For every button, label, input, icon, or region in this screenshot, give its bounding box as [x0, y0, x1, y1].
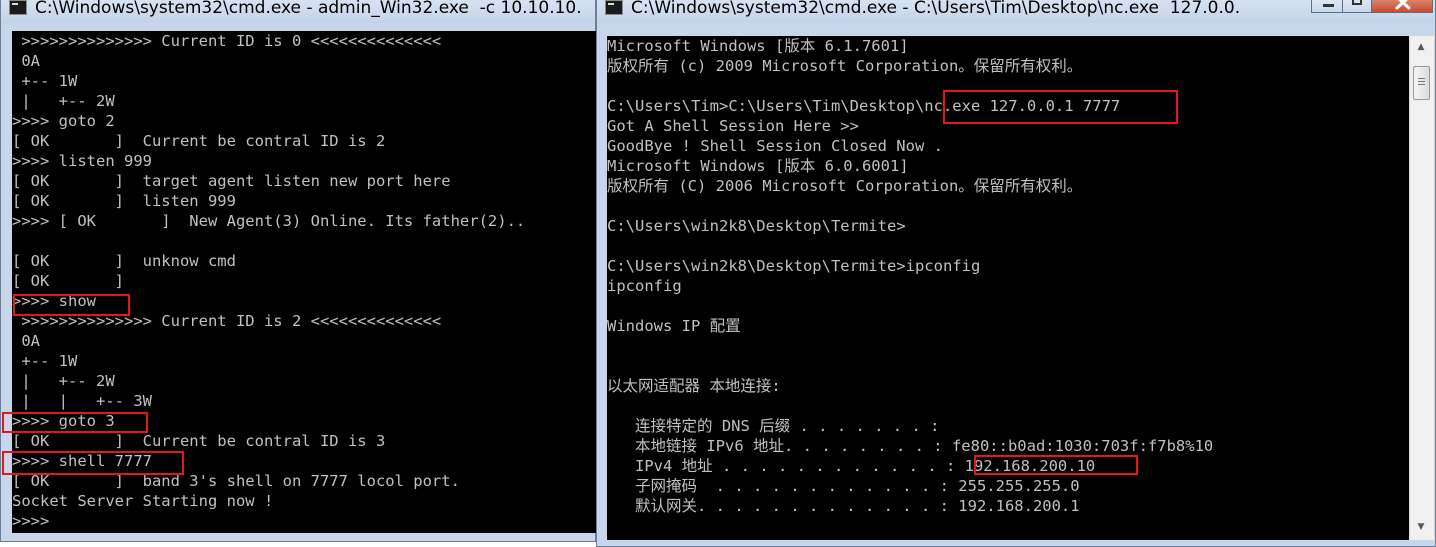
console-line: +-- 1W	[12, 72, 78, 90]
console-line: GoodBye ! Shell Session Closed Now .	[607, 137, 943, 155]
console-line: [ OK ] band 3's shell on 7777 locol port…	[12, 472, 460, 490]
console-line: Microsoft Windows [版本 6.0.6001]	[607, 157, 909, 175]
console-line: 默认网关. . . . . . . . . . . . . : 192.168.…	[607, 497, 1080, 515]
console-line: 以太网适配器 本地连接:	[607, 377, 781, 395]
console-line: C:\Users\Tim>C:\Users\Tim\Desktop\nc.exe…	[607, 97, 1121, 115]
console-line: C:\Users\win2k8\Desktop\Termite>	[607, 217, 906, 235]
console-line: >>>> listen 999	[12, 152, 152, 170]
console-window-icon[interactable]	[605, 0, 623, 15]
console-line: C:\Users\win2k8\Desktop\Termite>ipconfig	[607, 257, 981, 275]
console-line: 0A	[12, 52, 40, 70]
console-line: +-- 1W	[12, 352, 78, 370]
scroll-up-arrow-icon[interactable]: ▲	[1412, 38, 1430, 56]
right-console-window: C:\Windows\system32\cmd.exe - C:\Users\T…	[596, 0, 1436, 547]
console-line: Microsoft Windows [版本 6.1.7601]	[607, 37, 909, 55]
right-console-output[interactable]: Microsoft Windows [版本 6.1.7601] 版权所有 (c)…	[607, 36, 1413, 540]
console-line: Got A Shell Session Here >>	[607, 117, 859, 135]
console-line: [ OK ] Current be contral ID is 2	[12, 132, 386, 150]
minimize-button[interactable]	[1311, 0, 1343, 13]
console-line: >>>> goto 3	[12, 412, 115, 430]
console-line: [ OK ]	[12, 272, 124, 290]
console-line: 版权所有 (C) 2006 Microsoft Corporation。保留所有…	[607, 177, 1083, 195]
console-line: Windows IP 配置	[607, 317, 741, 335]
minimize-icon	[1323, 4, 1334, 7]
console-line: | +-- 2W	[12, 92, 115, 110]
console-line: [ OK ] Current be contral ID is 3	[12, 432, 386, 450]
console-line: | +-- 2W	[12, 372, 115, 390]
console-line: >>>>>>>>>>>>>> Current ID is 0 <<<<<<<<<…	[12, 32, 442, 50]
left-window-title: C:\Windows\system32\cmd.exe - admin_Win3…	[35, 0, 582, 18]
scroll-down-arrow-icon[interactable]: ▼	[1412, 518, 1430, 536]
console-line: >>>> shell 7777	[12, 452, 152, 470]
console-line: IPv4 地址 . . . . . . . . . . . . : 192.16…	[607, 457, 1096, 475]
left-title-bar[interactable]: C:\Windows\system32\cmd.exe - admin_Win3…	[1, 0, 595, 23]
console-line: >>>>	[12, 512, 50, 530]
console-line: 版权所有 (c) 2009 Microsoft Corporation。保留所有…	[607, 57, 1083, 75]
console-line: >>>> [ OK ] New Agent(3) Online. Its fat…	[12, 212, 526, 230]
console-window-icon[interactable]	[9, 0, 27, 15]
console-line: >>>> show	[12, 292, 96, 310]
console-line: 连接特定的 DNS 后缀 . . . . . . . :	[607, 417, 940, 435]
scrollbar-thumb[interactable]	[1413, 66, 1430, 100]
console-line: >>>> goto 2	[12, 112, 115, 130]
console-line: 子网掩码 . . . . . . . . . . . . : 255.255.2…	[607, 477, 1080, 495]
left-console-output[interactable]: >>>>>>>>>>>>>> Current ID is 0 <<<<<<<<<…	[12, 31, 596, 533]
console-line: Socket Server Starting now !	[12, 492, 274, 510]
console-line: ipconfig	[607, 277, 682, 295]
maximize-icon	[1352, 0, 1362, 5]
console-line: | | +-- 3W	[12, 392, 152, 410]
right-title-bar[interactable]: C:\Windows\system32\cmd.exe - C:\Users\T…	[597, 0, 1435, 23]
console-line: 0A	[12, 332, 40, 350]
console-line: 本地链接 IPv6 地址. . . . . . . . : fe80::b0ad…	[607, 437, 1214, 455]
console-line: [ OK ] listen 999	[12, 192, 236, 210]
console-line: >>>>>>>>>>>>>> Current ID is 2 <<<<<<<<<…	[12, 312, 442, 330]
maximize-button[interactable]	[1342, 0, 1372, 13]
close-button[interactable]	[1371, 0, 1433, 13]
left-console-window: C:\Windows\system32\cmd.exe - admin_Win3…	[0, 0, 596, 542]
close-icon	[1395, 0, 1411, 10]
console-line: [ OK ] target agent listen new port here	[12, 172, 451, 190]
console-line: [ OK ] unknow cmd	[12, 252, 236, 270]
vertical-scrollbar[interactable]: ▲ ▼	[1409, 36, 1434, 540]
right-window-title: C:\Windows\system32\cmd.exe - C:\Users\T…	[631, 0, 1241, 18]
